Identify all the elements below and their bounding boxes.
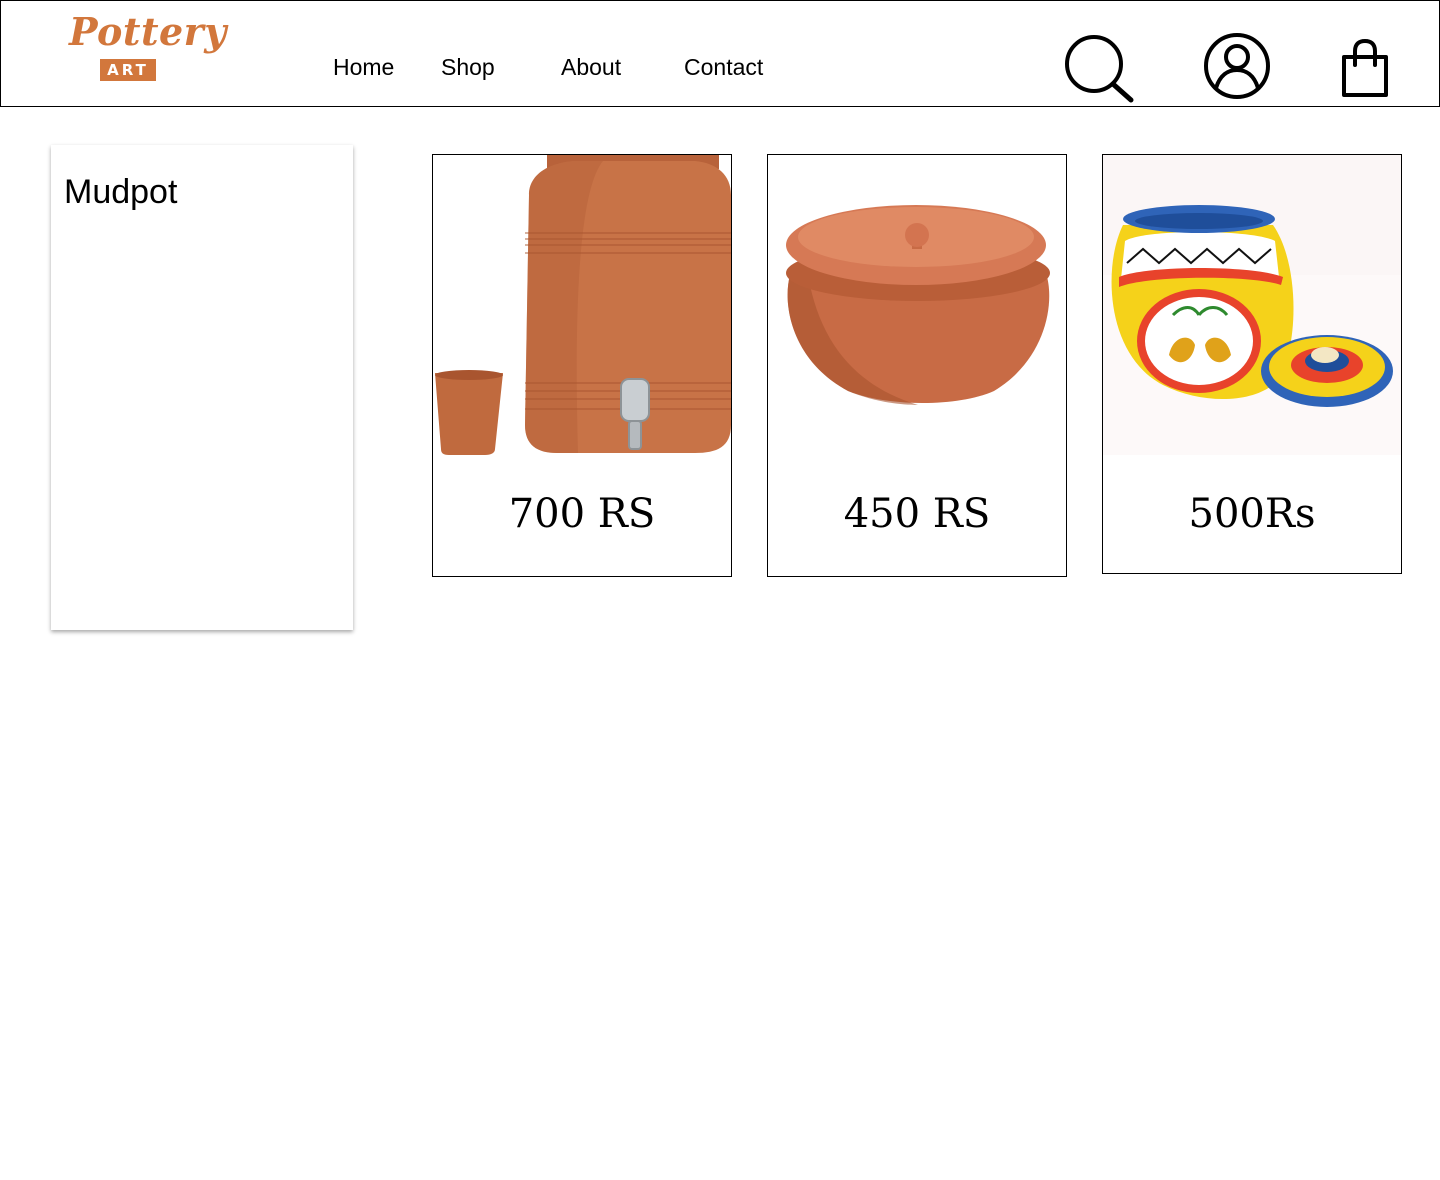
- account-icon[interactable]: [1202, 31, 1272, 101]
- nav-contact-link[interactable]: Contact: [684, 51, 763, 83]
- product-card[interactable]: 700 RS: [432, 154, 732, 577]
- category-sidebar: Mudpot: [51, 145, 353, 630]
- painted-madhubani-pot-image: [1103, 155, 1401, 455]
- product-price: 500Rs: [1188, 491, 1316, 537]
- clay-handi-pot-image: [768, 155, 1066, 455]
- logo-word: Pottery: [69, 9, 227, 54]
- pottery-art-logo[interactable]: Pottery ART: [63, 7, 226, 83]
- category-mudpot[interactable]: Mudpot: [64, 173, 177, 212]
- clay-water-dispenser-image: [433, 155, 731, 455]
- product-price: 700 RS: [508, 491, 656, 537]
- product-price: 450 RS: [843, 491, 991, 537]
- product-card[interactable]: 500Rs: [1102, 154, 1402, 574]
- shopping-bag-icon[interactable]: [1339, 39, 1391, 99]
- product-card[interactable]: 450 RS: [767, 154, 1067, 577]
- nav-about-link[interactable]: About: [561, 51, 621, 83]
- search-icon[interactable]: [1064, 34, 1136, 104]
- site-header: Pottery ART Home Shop About Contact: [0, 0, 1440, 107]
- nav-shop-link[interactable]: Shop: [441, 51, 495, 83]
- logo-badge: ART: [100, 59, 156, 81]
- nav-home-link[interactable]: Home: [333, 51, 394, 83]
